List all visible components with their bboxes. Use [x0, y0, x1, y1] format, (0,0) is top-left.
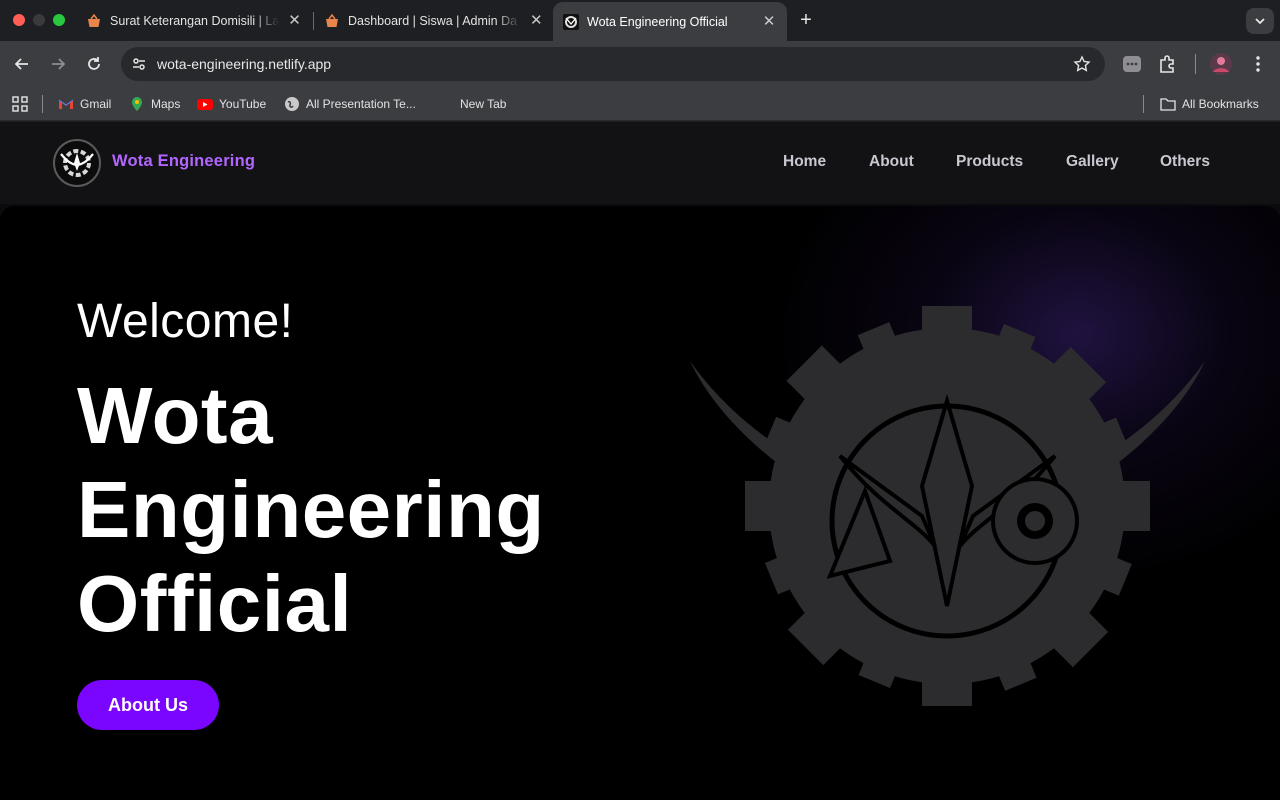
- tab-dashboard[interactable]: Dashboard | Siswa | Admin Da ✕: [324, 0, 544, 41]
- all-bookmarks-button[interactable]: All Bookmarks: [1160, 96, 1259, 112]
- basket-icon: [88, 13, 100, 27]
- bookmarks-bar: Gmail Maps YouTube All Presentation Te..…: [0, 87, 1280, 121]
- bookmark-gmail[interactable]: Gmail: [58, 96, 111, 112]
- bookmark-label: Gmail: [80, 97, 112, 111]
- bookmark-new-tab[interactable]: New Tab: [438, 96, 506, 112]
- bookmark-label: Maps: [151, 97, 181, 111]
- bookmark-label: New Tab: [460, 97, 507, 111]
- bookmark-label: All Presentation Te...: [306, 97, 416, 111]
- minimize-window-button[interactable]: [33, 14, 45, 26]
- url-text[interactable]: wota-engineering.netlify.app: [157, 56, 331, 72]
- hero-title-line: Wota: [77, 371, 274, 460]
- wota-logo-icon: [563, 13, 579, 30]
- youtube-icon: [197, 99, 213, 110]
- bookmark-star-icon[interactable]: [1073, 55, 1091, 73]
- tab-wota-engineering[interactable]: Wota Engineering Official ✕: [553, 2, 787, 41]
- tab-surat-keterangan[interactable]: Surat Keterangan Domisili | La ✕: [86, 0, 302, 41]
- folder-icon: [1160, 98, 1176, 111]
- bookmarks-divider: [1143, 95, 1144, 113]
- brand-name[interactable]: Wota Engineering: [112, 152, 255, 171]
- profile-avatar[interactable]: [1210, 53, 1232, 75]
- bookmark-presentation[interactable]: All Presentation Te...: [284, 96, 416, 112]
- tab-title: Surat Keterangan Domisili | La: [110, 13, 279, 28]
- nav-gallery[interactable]: Gallery: [1066, 153, 1119, 171]
- nav-home[interactable]: Home: [783, 153, 826, 171]
- chevron-down-icon: [1255, 18, 1265, 25]
- reload-icon[interactable]: [84, 54, 104, 74]
- toolbar-divider: [1195, 54, 1196, 74]
- extension-chat-icon[interactable]: [1121, 53, 1143, 75]
- tab-search-button[interactable]: [1246, 8, 1274, 34]
- nav-about[interactable]: About: [869, 153, 914, 171]
- bookmarks-divider: [42, 95, 43, 113]
- back-icon[interactable]: [12, 54, 32, 74]
- nav-others[interactable]: Others: [1160, 153, 1210, 171]
- webpage: Wota Engineering Home About Products Gal…: [0, 122, 1280, 800]
- basket-icon: [326, 13, 338, 27]
- hero-title-line: Official: [77, 559, 353, 648]
- new-tab-button[interactable]: +: [796, 10, 816, 30]
- close-tab-icon[interactable]: ✕: [761, 13, 777, 30]
- bookmark-maps[interactable]: Maps: [129, 96, 180, 112]
- bookmark-youtube[interactable]: YouTube: [197, 96, 266, 112]
- tab-divider: [313, 12, 314, 30]
- all-bookmarks-label: All Bookmarks: [1182, 97, 1259, 111]
- globe-icon: [285, 97, 299, 111]
- tab-strip: Surat Keterangan Domisili | La ✕ Dashboa…: [0, 0, 1280, 41]
- site-navbar: Wota Engineering Home About Products Gal…: [0, 122, 1280, 204]
- tab-title: Dashboard | Siswa | Admin Da: [348, 13, 518, 28]
- close-tab-icon[interactable]: ✕: [529, 12, 544, 29]
- wota-emblem-icon: [690, 306, 1205, 706]
- close-tab-icon[interactable]: ✕: [287, 12, 302, 29]
- welcome-text: Welcome!: [77, 295, 294, 348]
- wota-emblem-icon: [60, 149, 94, 177]
- apps-grid-icon[interactable]: [12, 96, 28, 112]
- bookmark-label: YouTube: [219, 97, 267, 111]
- close-window-button[interactable]: [13, 14, 25, 26]
- site-settings-icon[interactable]: [129, 54, 149, 74]
- gmail-icon: [58, 99, 74, 109]
- browser-toolbar: wota-engineering.netlify.app: [0, 41, 1280, 87]
- nav-products[interactable]: Products: [956, 153, 1023, 171]
- tab-title: Wota Engineering Official: [587, 14, 728, 29]
- blank-icon: [438, 96, 454, 112]
- about-us-button[interactable]: About Us: [77, 680, 219, 730]
- maps-icon: [132, 97, 142, 111]
- menu-kebab-icon[interactable]: [1247, 53, 1269, 75]
- address-bar[interactable]: wota-engineering.netlify.app: [121, 47, 1105, 81]
- brand-logo[interactable]: [53, 139, 101, 187]
- hero-section: Welcome! Wota Engineering Official About…: [0, 206, 1280, 800]
- forward-icon[interactable]: [48, 54, 68, 74]
- extensions-puzzle-icon[interactable]: [1157, 53, 1179, 75]
- zoom-window-button[interactable]: [53, 14, 65, 26]
- hero-title: Wota Engineering Official: [77, 369, 717, 651]
- hero-title-line: Engineering: [77, 465, 545, 554]
